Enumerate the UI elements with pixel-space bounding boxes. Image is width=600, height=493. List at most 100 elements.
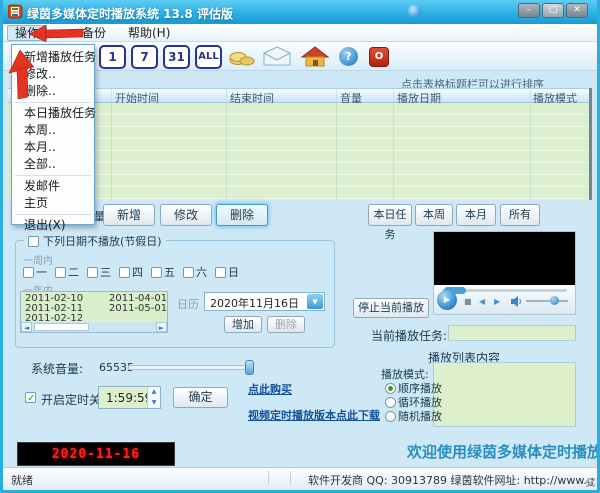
menu-separator: [15, 102, 91, 103]
weekday-checkbox[interactable]: [215, 267, 226, 278]
bubble-icon: [408, 5, 421, 18]
weekday-item[interactable]: 日: [215, 264, 239, 280]
shutdown-checkbox[interactable]: [25, 392, 36, 403]
download-link[interactable]: 视频定时播放版本点此下载: [248, 407, 380, 423]
menu-help[interactable]: 帮助(H): [121, 25, 177, 41]
holiday-title-label: 下列日期不播放(节假日): [43, 233, 162, 249]
buy-link[interactable]: 点此购买: [248, 381, 292, 397]
weekday-item[interactable]: 一: [23, 264, 47, 280]
mode-random[interactable]: 随机播放: [385, 408, 442, 424]
menu-item-homepage[interactable]: 主页: [12, 195, 94, 212]
shutdown-time-spinner[interactable]: 1:59:59 ▲ ▼: [98, 386, 161, 409]
holiday-groupbox: 下列日期不播放(节假日) 一周内 一 二 三 四 五 六 日 一年内 2011-…: [15, 240, 335, 348]
radio-icon[interactable]: [385, 411, 396, 422]
weekday-item[interactable]: 三: [87, 264, 111, 280]
all-tasks-button[interactable]: 所有: [500, 204, 540, 226]
home-icon[interactable]: [300, 45, 330, 68]
weekday-checkbox[interactable]: [151, 267, 162, 278]
column-divider: [393, 88, 394, 200]
weekday-checkbox-row: 一 二 三 四 五 六 日: [23, 264, 239, 280]
column-divider: [336, 88, 337, 200]
weekday-checkbox[interactable]: [87, 267, 98, 278]
ok-button[interactable]: 确定: [173, 387, 228, 408]
weekday-checkbox[interactable]: [183, 267, 194, 278]
volume-bar-track[interactable]: [526, 300, 568, 302]
table-row: [8, 127, 591, 139]
this-month-button[interactable]: 本月: [456, 204, 496, 226]
scroll-left-icon[interactable]: ◄: [21, 322, 32, 332]
weekday-checkbox[interactable]: [55, 267, 66, 278]
weekday-checkbox[interactable]: [119, 267, 130, 278]
chevron-down-icon[interactable]: ▼: [307, 294, 323, 309]
scroll-thumb[interactable]: [34, 323, 89, 331]
table-row: [8, 175, 591, 187]
menu-operate[interactable]: 操作: [7, 25, 47, 41]
menu-item-all[interactable]: 全部..: [12, 156, 94, 173]
table-row: [8, 139, 591, 151]
weekday-item[interactable]: 四: [119, 264, 143, 280]
power-icon[interactable]: O: [369, 47, 389, 67]
weekday-item[interactable]: 六: [183, 264, 207, 280]
weekday-item[interactable]: 二: [55, 264, 79, 280]
holiday-checkbox[interactable]: [28, 236, 39, 247]
help-icon[interactable]: ?: [339, 47, 358, 66]
status-divider: [290, 471, 291, 485]
horizontal-scrollbar[interactable]: ◄ ►: [21, 322, 167, 332]
previous-icon[interactable]: ◀: [479, 297, 485, 306]
table-header[interactable]: 开始时间 结束时间 音量 播放日期 播放模式: [8, 88, 591, 103]
spin-down-icon[interactable]: ▼: [148, 398, 160, 409]
table-scrollbar[interactable]: [589, 88, 592, 200]
volume-bar-knob[interactable]: [550, 296, 559, 305]
menu-item-exit[interactable]: 退出(X): [12, 217, 94, 234]
close-button[interactable]: ✕: [566, 3, 588, 18]
resize-grip[interactable]: [586, 478, 595, 487]
table-row: [8, 151, 591, 163]
scroll-right-icon[interactable]: ►: [156, 322, 167, 332]
current-task-label: 当前播放任务:: [371, 327, 447, 344]
modify-button[interactable]: 修改: [160, 204, 212, 226]
mail-icon[interactable]: [263, 46, 292, 67]
menu-backup[interactable]: 备份: [75, 25, 113, 41]
stop-icon[interactable]: ■: [464, 297, 472, 306]
delete-button[interactable]: 删除: [216, 204, 268, 226]
add-button[interactable]: 新增: [103, 204, 155, 226]
playlist-box[interactable]: [433, 362, 576, 427]
play-icon[interactable]: ▶: [437, 290, 457, 310]
status-dev-info: 软件开发商 QQ: 30913789 绿茵软件网址: http://www.g: [308, 472, 594, 488]
holiday-title: 下列日期不播放(节假日): [24, 233, 166, 249]
today-tasks-button[interactable]: 本日任务: [368, 204, 412, 226]
app-icon: [8, 4, 23, 19]
video-player: ▶ ■ ◀ ▶: [433, 231, 576, 315]
minimize-button[interactable]: –: [518, 3, 540, 18]
calendar-7-icon[interactable]: 7: [131, 45, 158, 69]
radio-selected-icon[interactable]: [385, 383, 396, 394]
holiday-date-list[interactable]: 2011-02-10 2011-02-11 2011-02-12 2011-04…: [20, 291, 168, 333]
volume-slider-track[interactable]: [128, 365, 254, 370]
menu-item-modify[interactable]: 修改..: [12, 66, 94, 83]
weekday-item[interactable]: 五: [151, 264, 175, 280]
radio-icon[interactable]: [385, 397, 396, 408]
stop-playback-button[interactable]: 停止当前播放: [353, 298, 429, 318]
maximize-button[interactable]: □: [542, 3, 564, 18]
calendar-all-icon[interactable]: ALL: [195, 45, 222, 69]
menu-item-send-email[interactable]: 发邮件: [12, 178, 94, 195]
date-item[interactable]: 2011-05-01: [109, 303, 167, 314]
coins-icon[interactable]: [229, 48, 255, 66]
spinner-arrows[interactable]: ▲ ▼: [147, 387, 160, 408]
weekday-checkbox[interactable]: [23, 267, 34, 278]
menu-item-this-month[interactable]: 本月..: [12, 139, 94, 156]
menu-item-this-week[interactable]: 本周..: [12, 122, 94, 139]
menu-item-delete[interactable]: 删除..: [12, 83, 94, 100]
volume-slider-handle[interactable]: [245, 360, 254, 375]
menu-item-new-task[interactable]: 新增播放任务: [12, 49, 94, 66]
this-week-button[interactable]: 本周: [415, 204, 453, 226]
spin-up-icon[interactable]: ▲: [148, 387, 160, 398]
calendar-1-icon[interactable]: 1: [99, 45, 126, 69]
calendar-31-icon[interactable]: 31: [163, 45, 190, 69]
date-remove-button[interactable]: 删除: [267, 316, 305, 333]
calendar-combobox[interactable]: 2020年11月16日 ▼: [204, 292, 325, 311]
date-add-button[interactable]: 增加: [224, 316, 262, 333]
next-icon[interactable]: ▶: [494, 297, 500, 306]
menu-item-today-tasks[interactable]: 本日播放任务: [12, 105, 94, 122]
speaker-icon[interactable]: [510, 295, 523, 308]
